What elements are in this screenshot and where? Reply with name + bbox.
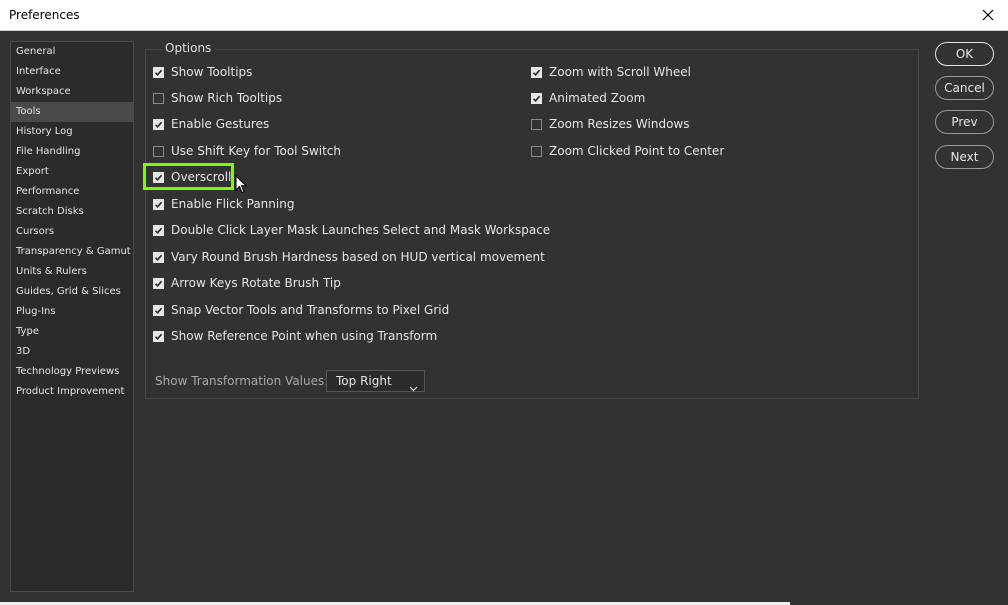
checkbox-label: Show Tooltips xyxy=(171,65,253,79)
sidebar-item-transparency-gamut[interactable]: Transparency & Gamut xyxy=(11,242,133,262)
checkbox-label: Arrow Keys Rotate Brush Tip xyxy=(171,276,341,290)
checkmark-icon xyxy=(532,69,541,76)
sidebar-item-scratch-disks[interactable]: Scratch Disks xyxy=(11,202,133,222)
checkbox-use-shift-key[interactable]: Use Shift Key for Tool Switch xyxy=(153,142,341,160)
prev-button[interactable]: Prev xyxy=(935,110,994,134)
transformation-values-label: Show Transformation Values: xyxy=(155,374,329,388)
options-legend: Options xyxy=(161,41,216,55)
checkbox-enable-flick-panning[interactable]: Enable Flick Panning xyxy=(153,195,294,213)
chevron-down-icon xyxy=(409,378,418,398)
checkbox-box[interactable] xyxy=(153,66,164,78)
checkbox-box[interactable] xyxy=(153,277,164,289)
sidebar-item-type[interactable]: Type xyxy=(11,322,133,342)
sidebar-item-units-rulers[interactable]: Units & Rulers xyxy=(11,262,133,282)
checkbox-vary-round-brush[interactable]: Vary Round Brush Hardness based on HUD v… xyxy=(153,248,545,266)
sidebar-item-export[interactable]: Export xyxy=(11,162,133,182)
checkbox-box[interactable] xyxy=(531,118,542,130)
sidebar-item-product-improvement[interactable]: Product Improvement xyxy=(11,382,133,402)
checkbox-label: Vary Round Brush Hardness based on HUD v… xyxy=(171,250,545,264)
checkbox-box[interactable] xyxy=(153,198,164,210)
checkbox-box[interactable] xyxy=(531,92,542,104)
checkbox-box[interactable] xyxy=(153,92,164,104)
title-bar: Preferences xyxy=(0,0,1008,31)
checkbox-box[interactable] xyxy=(153,118,164,130)
checkbox-label: Enable Gestures xyxy=(171,117,270,131)
checkbox-zoom-resizes-windows[interactable]: Zoom Resizes Windows xyxy=(531,115,690,133)
sidebar-item-interface[interactable]: Interface xyxy=(11,62,133,82)
preferences-sidebar: General Interface Workspace Tools Histor… xyxy=(10,41,134,592)
next-button[interactable]: Next xyxy=(935,145,994,169)
select-value: Top Right xyxy=(336,374,392,388)
sidebar-item-workspace[interactable]: Workspace xyxy=(11,82,133,102)
checkmark-icon xyxy=(154,333,163,340)
sidebar-item-cursors[interactable]: Cursors xyxy=(11,222,133,242)
checkbox-double-click-layer-mask[interactable]: Double Click Layer Mask Launches Select … xyxy=(153,221,550,239)
checkmark-icon xyxy=(154,280,163,287)
close-icon[interactable] xyxy=(978,5,998,25)
checkbox-arrow-keys-rotate[interactable]: Arrow Keys Rotate Brush Tip xyxy=(153,274,341,292)
checkbox-show-rich-tooltips[interactable]: Show Rich Tooltips xyxy=(153,89,282,107)
checkbox-label: Show Reference Point when using Transfor… xyxy=(171,329,438,343)
sidebar-item-guides-grid-slices[interactable]: Guides, Grid & Slices xyxy=(11,282,133,302)
checkbox-label: Animated Zoom xyxy=(549,91,646,105)
checkbox-zoom-scroll-wheel[interactable]: Zoom with Scroll Wheel xyxy=(531,63,691,81)
cancel-button[interactable]: Cancel xyxy=(935,76,994,100)
transformation-values-select[interactable]: Top Right xyxy=(326,370,425,392)
checkbox-box[interactable] xyxy=(153,145,164,157)
checkbox-label: Double Click Layer Mask Launches Select … xyxy=(171,223,551,237)
checkbox-box[interactable] xyxy=(153,251,164,263)
checkbox-label: Zoom with Scroll Wheel xyxy=(549,65,691,79)
checkbox-box[interactable] xyxy=(153,330,164,342)
overscroll-highlight xyxy=(143,163,234,190)
checkbox-label: Enable Flick Panning xyxy=(171,197,295,211)
checkbox-box[interactable] xyxy=(153,304,164,316)
checkbox-snap-vector-tools[interactable]: Snap Vector Tools and Transforms to Pixe… xyxy=(153,301,449,319)
checkmark-icon xyxy=(154,254,163,261)
checkbox-box[interactable] xyxy=(531,66,542,78)
checkbox-zoom-clicked-point[interactable]: Zoom Clicked Point to Center xyxy=(531,142,724,160)
checkbox-show-reference-point[interactable]: Show Reference Point when using Transfor… xyxy=(153,327,437,345)
sidebar-item-tools[interactable]: Tools xyxy=(11,102,133,122)
checkbox-box[interactable] xyxy=(153,224,164,236)
checkbox-label: Show Rich Tooltips xyxy=(171,91,283,105)
sidebar-item-file-handling[interactable]: File Handling xyxy=(11,142,133,162)
sidebar-item-technology-previews[interactable]: Technology Previews xyxy=(11,362,133,382)
checkmark-icon xyxy=(154,227,163,234)
window-title: Preferences xyxy=(9,8,80,22)
checkbox-label: Snap Vector Tools and Transforms to Pixe… xyxy=(171,303,450,317)
checkbox-box[interactable] xyxy=(531,145,542,157)
checkbox-label: Use Shift Key for Tool Switch xyxy=(171,144,342,158)
checkbox-animated-zoom[interactable]: Animated Zoom xyxy=(531,89,645,107)
checkmark-icon xyxy=(154,121,163,128)
sidebar-item-performance[interactable]: Performance xyxy=(11,182,133,202)
checkbox-label: Zoom Resizes Windows xyxy=(549,117,690,131)
checkbox-label: Zoom Clicked Point to Center xyxy=(549,144,725,158)
ok-button[interactable]: OK xyxy=(935,42,994,66)
sidebar-item-general[interactable]: General xyxy=(11,42,133,62)
checkmark-icon xyxy=(154,307,163,314)
checkmark-icon xyxy=(532,95,541,102)
mouse-pointer-icon xyxy=(235,174,248,198)
checkbox-enable-gestures[interactable]: Enable Gestures xyxy=(153,115,269,133)
checkmark-icon xyxy=(154,69,163,76)
sidebar-item-history-log[interactable]: History Log xyxy=(11,122,133,142)
checkmark-icon xyxy=(154,201,163,208)
checkbox-show-tooltips[interactable]: Show Tooltips xyxy=(153,63,252,81)
sidebar-item-3d[interactable]: 3D xyxy=(11,342,133,362)
sidebar-item-plug-ins[interactable]: Plug-Ins xyxy=(11,302,133,322)
